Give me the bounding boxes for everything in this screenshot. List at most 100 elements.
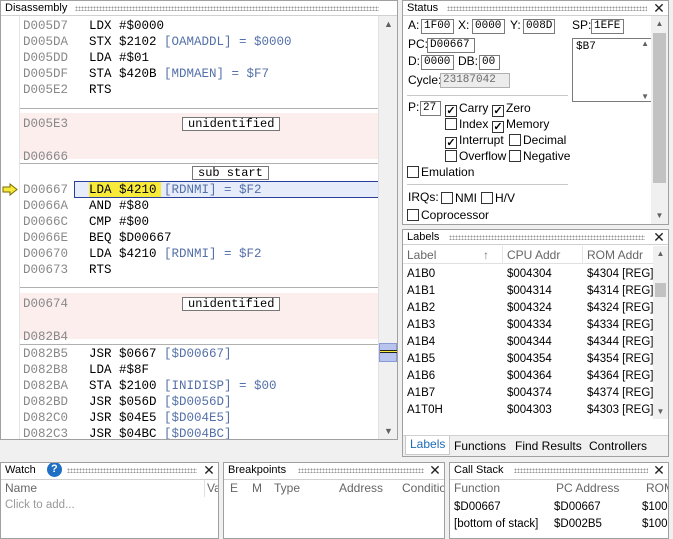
stack-list[interactable]: $B7 ▲ ▼ [572, 38, 652, 102]
pc-register-field[interactable]: D00667 [427, 38, 475, 53]
column-header-rom[interactable]: ROM [646, 480, 668, 497]
labels-title-bar[interactable]: Labels ✕ [403, 230, 668, 245]
column-header-label[interactable]: Label ↑ [403, 246, 503, 264]
table-row[interactable]: A1B4 $004344 $4344 [REG] [403, 334, 655, 351]
d-register-field[interactable]: 0000 [421, 55, 454, 70]
disassembly-line[interactable]: D082BA STA $2100 [INIDISP] = $00 [20, 378, 380, 394]
column-header-function[interactable]: Function [454, 480, 500, 497]
disassembly-line-current[interactable]: D00667 LDA $4210 [RDNMI] = $F2 [20, 182, 380, 198]
table-row[interactable]: A1T0H $004303 $4303 [REG] [403, 402, 655, 419]
watch-add-placeholder[interactable]: Click to add... [5, 499, 75, 511]
a-register-field[interactable]: 1F00 [421, 19, 454, 34]
disassembly-line[interactable]: D00670 LDA $4210 [RDNMI] = $F2 [20, 246, 380, 262]
scroll-down-icon[interactable]: ▼ [653, 404, 668, 419]
column-header-address[interactable]: Address [339, 480, 383, 497]
column-header-cpu-addr[interactable]: CPU Addr [503, 246, 583, 264]
close-icon[interactable]: ✕ [653, 230, 665, 244]
status-title-bar[interactable]: Status ✕ [403, 1, 668, 16]
disassembly-line[interactable]: D0066C CMP #$00 [20, 214, 380, 230]
disassembly-line[interactable]: D005D7 LDX #$0000 [20, 18, 380, 34]
scroll-thumb[interactable] [653, 33, 666, 183]
disassembly-title-bar[interactable]: Disassembly [1, 1, 397, 16]
table-row[interactable]: A1B0 $004304 $4304 [REG] [403, 266, 655, 283]
disassembly-line[interactable]: D082B5 JSR $0667 [$D00667] [20, 346, 380, 362]
drag-grip[interactable] [449, 235, 645, 240]
memory-checkbox[interactable]: ✓ Memory [492, 117, 549, 133]
column-header-enabled[interactable]: E [230, 480, 238, 497]
table-row[interactable]: A1B3 $004334 $4334 [REG] [403, 317, 655, 334]
column-header-rom-addr[interactable]: ROM Addr [583, 246, 655, 264]
disassembly-gutter[interactable] [1, 16, 20, 439]
disassembly-line[interactable]: D00666 [20, 149, 380, 165]
close-icon[interactable]: ✕ [653, 463, 665, 477]
disassembly-line[interactable]: D005DD LDA #$01 [20, 50, 380, 66]
table-row[interactable]: A1B1 $004314 $4314 [REG] [403, 283, 655, 300]
column-header-name[interactable]: Name [5, 480, 37, 497]
disassembly-line[interactable]: D082C0 JSR $04E5 [$D004E5] [20, 410, 380, 426]
scroll-up-icon[interactable]: ▲ [641, 39, 649, 48]
column-header-mark[interactable]: M [252, 480, 262, 497]
close-icon[interactable]: ✕ [653, 1, 665, 15]
disassembly-line[interactable]: D0066A AND #$80 [20, 198, 380, 214]
index-checkbox[interactable]: Index [445, 117, 488, 131]
scroll-up-icon[interactable]: ▲ [379, 16, 397, 32]
status-scrollbar[interactable]: ▲ ▼ [651, 16, 668, 224]
drag-grip[interactable] [447, 6, 647, 11]
disassembly-line[interactable]: D00674 [20, 296, 380, 312]
column-header-pc-address[interactable]: PC Address [556, 480, 619, 497]
hv-checkbox[interactable]: H/V [481, 191, 515, 205]
disassembly-line[interactable]: D082B4 [20, 329, 380, 345]
close-icon[interactable]: ✕ [429, 463, 441, 477]
table-row[interactable]: A1B7 $004374 $4374 [REG] [403, 385, 655, 402]
column-header-condition[interactable]: Conditio [402, 480, 444, 497]
drag-grip[interactable] [75, 6, 379, 11]
negative-checkbox[interactable]: Negative [509, 149, 570, 163]
p-register-field[interactable]: 27 [420, 101, 441, 116]
coprocessor-checkbox[interactable]: Coprocessor [407, 208, 489, 222]
scroll-thumb[interactable] [655, 283, 666, 297]
breakpoints-title-bar[interactable]: Breakpoints ✕ [224, 463, 444, 480]
x-register-field[interactable]: 0000 [472, 19, 505, 34]
overflow-checkbox[interactable]: Overflow [445, 149, 506, 163]
zero-checkbox[interactable]: ✓ Zero [492, 101, 531, 117]
scroll-down-icon[interactable]: ▼ [641, 92, 649, 101]
emulation-checkbox[interactable]: Emulation [407, 165, 474, 179]
disassembly-line[interactable]: D082B8 LDA #$8F [20, 362, 380, 378]
labels-scrollbar[interactable]: ▲ ▼ [653, 246, 668, 419]
tab-labels[interactable]: Labels [405, 436, 451, 455]
decimal-checkbox[interactable]: Decimal [509, 133, 566, 147]
disassembly-line[interactable]: D005DA STX $2102 [OAMADDL] = $0000 [20, 34, 380, 50]
nmi-checkbox[interactable]: NMI [441, 191, 477, 205]
table-row[interactable]: A1B6 $004364 $4364 [REG] [403, 368, 655, 385]
disassembly-line[interactable]: D005E3 [20, 116, 380, 132]
table-row[interactable]: [bottom of stack] $D002B5 $100 [450, 516, 668, 533]
call-stack-title-bar[interactable]: Call Stack ✕ [450, 463, 668, 480]
y-register-field[interactable]: 008D [523, 19, 555, 34]
scroll-down-icon[interactable]: ▼ [651, 208, 668, 224]
info-icon[interactable]: ? [46, 463, 62, 477]
interrupt-checkbox[interactable]: ✓ Interrupt [445, 133, 504, 149]
drag-grip[interactable] [298, 468, 424, 473]
table-row[interactable]: $D00667 $D00667 $100 [450, 499, 668, 516]
tab-controllers[interactable]: Controllers [585, 438, 651, 454]
db-register-field[interactable]: 00 [479, 55, 500, 70]
scroll-up-icon[interactable]: ▲ [653, 246, 668, 261]
close-icon[interactable]: ✕ [203, 463, 215, 477]
disassembly-line[interactable]: D005DF STA $420B [MDMAEN] = $F7 [20, 66, 380, 82]
disassembly-line[interactable]: D082C3 JSR $04BC [$D004BC] [20, 426, 380, 439]
disassembly-line[interactable]: D00673 RTS [20, 262, 380, 278]
disassembly-line[interactable]: D0066E BEQ $D00667 [20, 230, 380, 246]
table-row[interactable]: A1B5 $004354 $4354 [REG] [403, 351, 655, 368]
tab-find-results[interactable]: Find Results [511, 438, 586, 454]
watch-title-bar[interactable]: Watch ? ✕ [1, 463, 218, 480]
scroll-up-icon[interactable]: ▲ [651, 16, 668, 32]
drag-grip[interactable] [514, 468, 648, 473]
drag-grip[interactable] [67, 468, 197, 473]
tab-functions[interactable]: Functions [450, 438, 510, 454]
disassembly-line[interactable]: D082BD JSR $056D [$D0056D] [20, 394, 380, 410]
table-row[interactable]: A1B2 $004324 $4324 [REG] [403, 300, 655, 317]
carry-checkbox[interactable]: ✓ Carry [445, 101, 488, 117]
disassembly-scrollbar[interactable]: ▲ ▼ [378, 16, 397, 439]
column-header-type[interactable]: Type [274, 480, 300, 497]
scroll-thumb[interactable] [379, 343, 397, 362]
